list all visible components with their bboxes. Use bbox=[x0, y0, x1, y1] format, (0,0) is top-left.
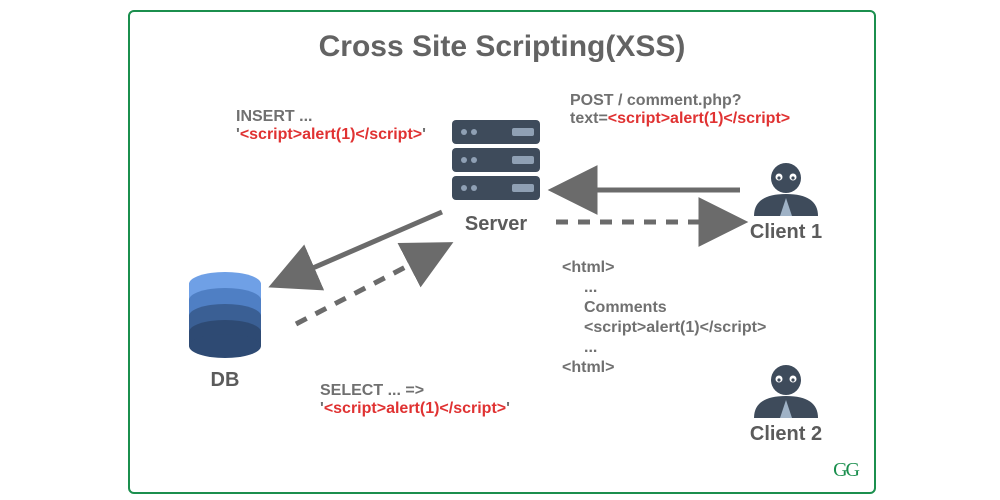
label-server-to-client2: <html> ... Comments <script>alert(1)</sc… bbox=[562, 258, 822, 378]
arrows-layer bbox=[130, 12, 874, 492]
label-client1-to-server: POST / comment.php? text=<script>alert(1… bbox=[570, 92, 860, 128]
label-db-to-server: SELECT ... => '<script>alert(1)</script>… bbox=[320, 382, 600, 418]
label-server-to-db: INSERT ... '<script>alert(1)</script>' bbox=[236, 108, 496, 144]
arrow-db-to-server bbox=[296, 246, 446, 324]
arrow-server-to-db bbox=[276, 212, 442, 284]
watermark: GG bbox=[833, 459, 858, 482]
diagram-frame: Cross Site Scripting(XSS) Server bbox=[128, 10, 876, 494]
